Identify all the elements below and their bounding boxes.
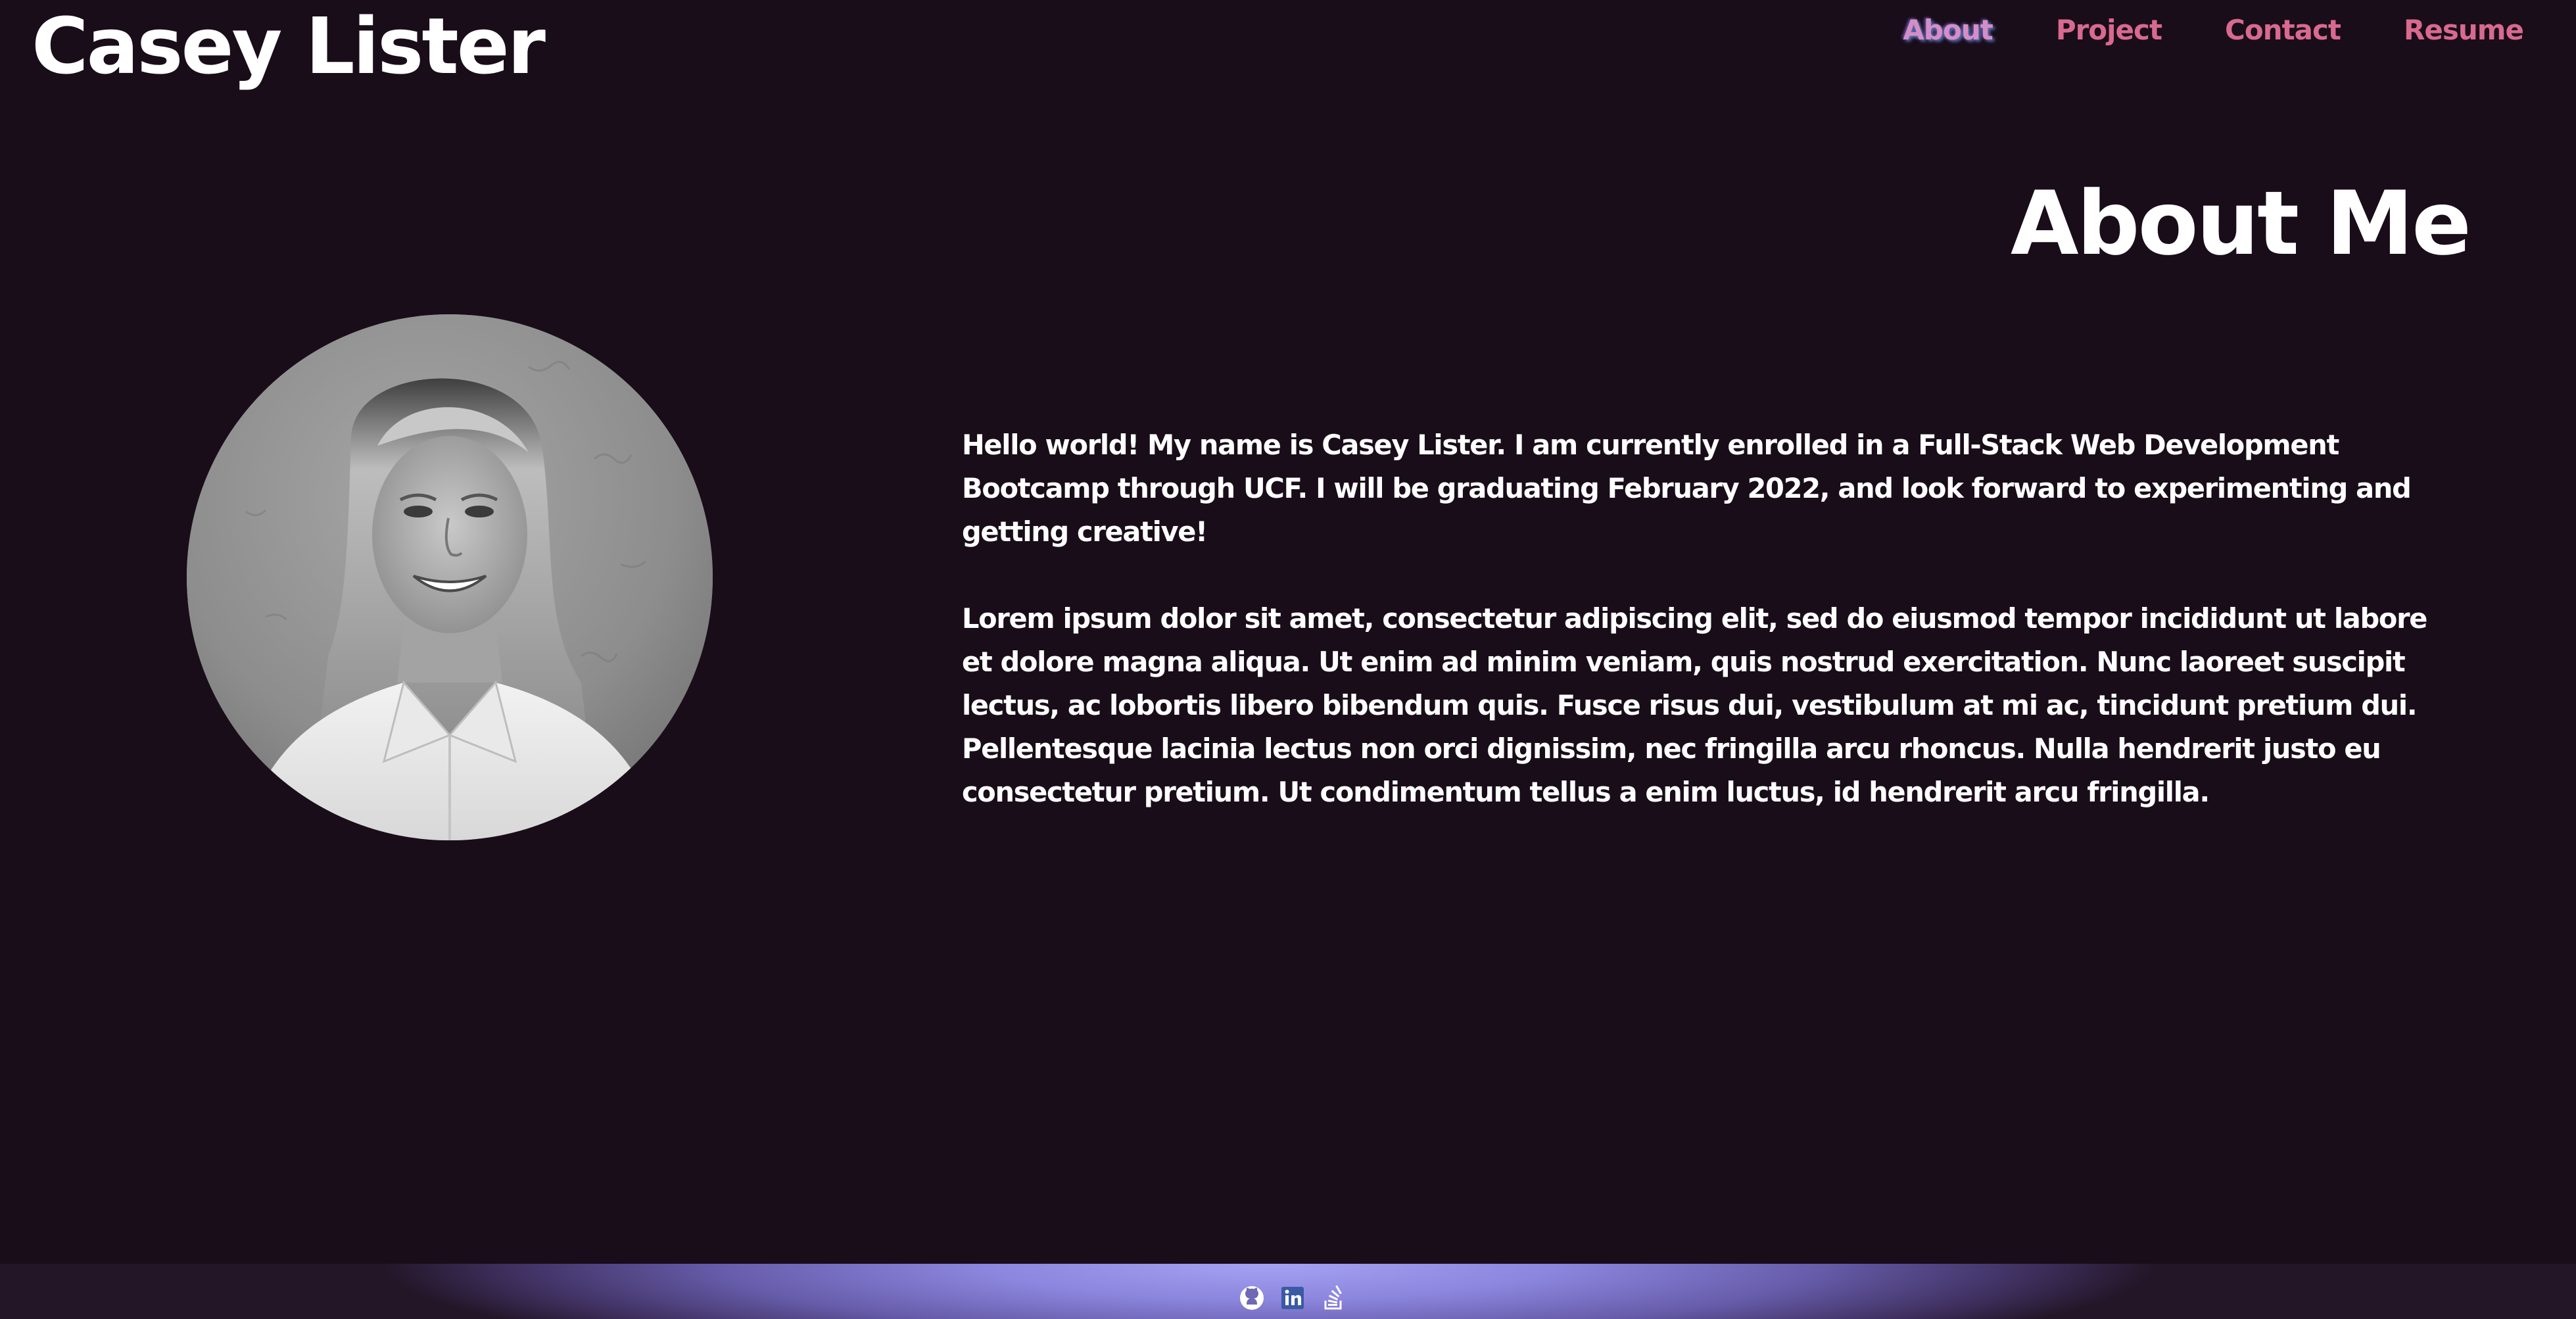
- main-nav: About Project Contact Resume: [1903, 9, 2524, 51]
- github-link[interactable]: [1239, 1285, 1265, 1311]
- linkedin-link[interactable]: [1279, 1285, 1306, 1311]
- social-links: [1239, 1285, 1347, 1311]
- nav-contact-link[interactable]: Contact: [2225, 9, 2341, 51]
- stackoverflow-link[interactable]: [1320, 1285, 1347, 1311]
- nav-about-link[interactable]: About: [1903, 9, 1993, 51]
- linkedin-icon: [1281, 1287, 1304, 1309]
- github-icon: [1240, 1286, 1264, 1310]
- about-bio: Hello world! My name is Casey Lister. I …: [962, 423, 2428, 857]
- site-title: Casey Lister: [32, 1, 546, 91]
- bio-intro-paragraph: Hello world! My name is Casey Lister. I …: [962, 429, 2412, 548]
- stackoverflow-icon: [1324, 1285, 1342, 1310]
- profile-photo: [187, 314, 713, 840]
- bio-lorem-paragraph: Lorem ipsum dolor sit amet, consectetur …: [962, 602, 2427, 808]
- about-heading: About Me: [2010, 172, 2471, 275]
- nav-resume-link[interactable]: Resume: [2404, 9, 2524, 51]
- nav-project-link[interactable]: Project: [2056, 9, 2162, 51]
